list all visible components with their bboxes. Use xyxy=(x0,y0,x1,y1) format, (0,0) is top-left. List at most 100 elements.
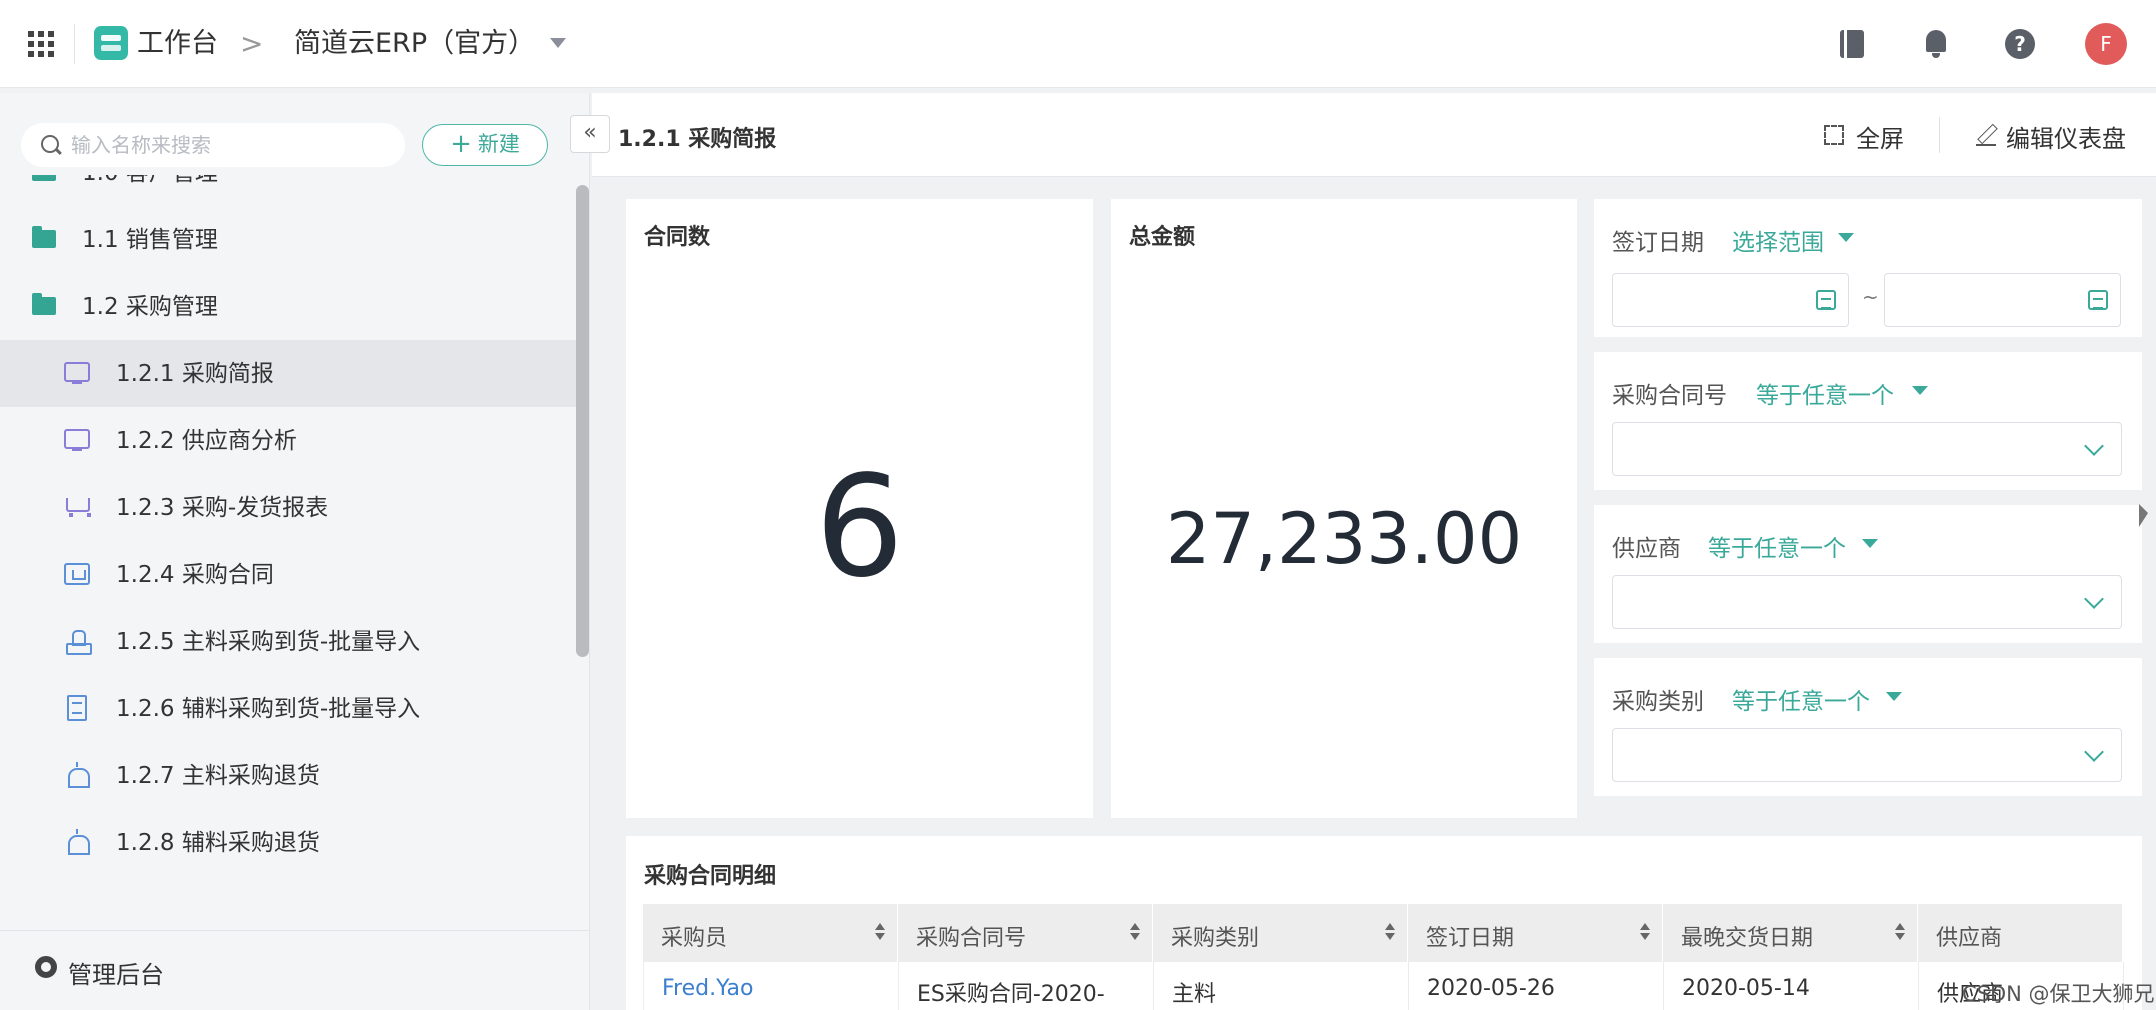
collapse-sidebar-button[interactable]: « xyxy=(570,115,610,153)
sidebar: 输入名称来搜索 +新建 1.0 客户管理 1.1 销售管理 1.2 采购管理 1… xyxy=(0,93,590,1010)
card-title: 合同数 xyxy=(644,225,711,250)
stamp-icon xyxy=(64,628,92,655)
page-title: 1.2.1 采购简报 xyxy=(618,127,777,152)
sidebar-item-supplier-analysis[interactable]: 1.2.2 供应商分析 xyxy=(0,407,589,474)
table-cell: 2020-05-26 xyxy=(1409,962,1664,1010)
cell-text: ES采购合同-2020- xyxy=(917,982,1105,1007)
mouse-cursor-icon xyxy=(2139,504,2148,527)
sidebar-item-label: 1.2.2 供应商分析 xyxy=(116,428,297,454)
column-header-label: 签订日期 xyxy=(1426,926,1515,951)
caret-down-icon[interactable] xyxy=(1912,386,1928,395)
search-icon xyxy=(41,135,59,153)
app-grid-icon[interactable] xyxy=(28,31,54,57)
table-cell: Fred.Yao xyxy=(644,962,899,1010)
cell-text: 2020-05-26 xyxy=(1427,976,1555,1001)
column-header-label: 采购合同号 xyxy=(916,926,1027,951)
avatar[interactable]: F xyxy=(2085,23,2127,65)
app-switch-chevron-down-icon[interactable] xyxy=(550,38,566,48)
chevron-down-icon xyxy=(2084,742,2104,762)
column-header-category[interactable]: 采购类别 xyxy=(1153,904,1408,962)
category-filter: 采购类别 等于任意一个 xyxy=(1594,658,2142,796)
filter-operator[interactable]: 选择范围 xyxy=(1732,223,1824,257)
column-header-latest-delivery[interactable]: 最晚交货日期 xyxy=(1663,904,1918,962)
end-date-input[interactable] xyxy=(1884,273,2121,327)
sidebar-item-main-material-arrival[interactable]: 1.2.5 主料采购到货-批量导入 xyxy=(0,608,589,675)
date-range-separator: ~ xyxy=(1862,285,1879,309)
sidebar-item-label: 1.2.5 主料采购到货-批量导入 xyxy=(116,629,421,655)
sidebar-item-label: 1.0 客户管理 xyxy=(82,175,218,187)
filter-operator[interactable]: 等于任意一个 xyxy=(1756,376,1894,410)
header-divider xyxy=(1939,117,1940,153)
sidebar-item-main-material-return[interactable]: 1.2.7 主料采购退货 xyxy=(0,742,589,809)
sidebar-item-customer[interactable]: 1.0 客户管理 xyxy=(0,175,589,206)
watermark: CSDN @保卫大狮兄 xyxy=(1962,982,2155,1006)
table-row[interactable]: Fred.Yao ES采购合同-2020- 主料 2020-05-26 2020… xyxy=(643,962,2124,1010)
sidebar-item-purchase[interactable]: 1.2 采购管理 xyxy=(0,273,589,340)
top-bar: 工作台 > 简道云ERP（官方） ? F xyxy=(0,0,2156,88)
column-header-label: 采购类别 xyxy=(1171,926,1260,951)
filter-operator[interactable]: 等于任意一个 xyxy=(1708,529,1846,563)
new-button[interactable]: + 新建 xyxy=(422,124,548,166)
filter-operator[interactable]: 等于任意一个 xyxy=(1732,682,1870,716)
table-cell: ES采购合同-2020- xyxy=(899,962,1154,1010)
sort-icon[interactable] xyxy=(1895,923,1905,941)
caret-down-icon[interactable] xyxy=(1886,692,1902,701)
card-title: 总金额 xyxy=(1129,225,1196,250)
help-icon[interactable]: ? xyxy=(2000,24,2040,64)
contract-number-select[interactable] xyxy=(1612,422,2122,476)
column-header-buyer[interactable]: 采购员 xyxy=(643,904,898,962)
sign-date-filter: 签订日期 选择范围 ~ xyxy=(1594,199,2142,337)
supplier-select[interactable] xyxy=(1612,575,2122,629)
table-cell: 2020-05-14 xyxy=(1664,962,1919,1010)
buyer-link[interactable]: Fred.Yao xyxy=(662,976,753,1001)
search-input[interactable]: 输入名称来搜索 xyxy=(21,123,405,167)
column-header-label: 供应商 xyxy=(1936,926,2003,951)
sidebar-scrollbar[interactable] xyxy=(576,185,589,657)
category-select[interactable] xyxy=(1612,728,2122,782)
dashboard-header: 1.2.1 采购简报 全屏 编辑仪表盘 xyxy=(592,93,2156,177)
alarm-icon xyxy=(64,762,90,788)
app-name[interactable]: 简道云ERP（官方） xyxy=(294,26,535,62)
cell-text: 2020-05-14 xyxy=(1682,976,1810,1001)
sidebar-item-label: 1.2.6 辅料采购到货-批量导入 xyxy=(116,696,421,722)
column-header-sign-date[interactable]: 签订日期 xyxy=(1408,904,1663,962)
caret-down-icon[interactable] xyxy=(1862,539,1878,548)
sidebar-item-sales[interactable]: 1.1 销售管理 xyxy=(0,206,589,273)
sidebar-item-label: 1.2.4 采购合同 xyxy=(116,562,274,588)
column-header-label: 最晚交货日期 xyxy=(1681,926,1814,951)
sort-icon[interactable] xyxy=(1640,923,1650,941)
edit-dashboard-label: 编辑仪表盘 xyxy=(2006,125,2126,153)
admin-label: 管理后台 xyxy=(68,961,164,989)
filter-label: 签订日期 xyxy=(1612,230,1704,256)
column-header-supplier[interactable]: 供应商 xyxy=(1918,904,2123,962)
workbench-link[interactable]: 工作台 xyxy=(137,26,218,62)
bell-icon[interactable] xyxy=(1916,24,1956,64)
sidebar-item-purchase-contract[interactable]: 1.2.4 采购合同 xyxy=(0,541,589,608)
workbench-logo-icon[interactable] xyxy=(94,26,128,60)
sidebar-item-aux-material-return[interactable]: 1.2.8 辅料采购退货 xyxy=(0,809,589,876)
folder-icon xyxy=(32,175,56,181)
contracts-count-card: 合同数 6 xyxy=(626,199,1093,818)
start-date-input[interactable] xyxy=(1612,273,1849,327)
total-amount-value: 27,233.00 xyxy=(1165,498,1523,580)
sort-icon[interactable] xyxy=(1385,923,1395,941)
chevron-down-icon xyxy=(2084,589,2104,609)
sort-icon[interactable] xyxy=(1130,923,1140,941)
bag-icon xyxy=(64,563,90,585)
filter-label: 供应商 xyxy=(1612,536,1681,562)
sidebar-item-aux-material-arrival[interactable]: 1.2.6 辅料采购到货-批量导入 xyxy=(0,675,589,742)
sidebar-item-purchase-shipping-report[interactable]: 1.2.3 采购-发货报表 xyxy=(0,474,589,541)
new-button-label: 新建 xyxy=(477,132,520,156)
sidebar-item-label: 1.2.1 采购简报 xyxy=(116,361,274,387)
cart-icon xyxy=(64,494,91,520)
caret-down-icon[interactable] xyxy=(1838,233,1854,242)
sort-icon[interactable] xyxy=(875,923,885,941)
filter-label: 采购类别 xyxy=(1612,689,1704,715)
calendar-icon xyxy=(1816,290,1836,310)
book-icon[interactable] xyxy=(1832,24,1872,64)
chevron-down-icon xyxy=(2084,436,2104,456)
admin-link[interactable]: 管理后台 xyxy=(0,930,589,1010)
contract-detail-table-card: 采购合同明细 采购员 采购合同号 采购类别 签订日期 最晚交货日期 供应商 Fr… xyxy=(626,836,2142,1010)
column-header-contract-no[interactable]: 采购合同号 xyxy=(898,904,1153,962)
sidebar-item-purchase-brief[interactable]: 1.2.1 采购简报 xyxy=(0,340,589,407)
